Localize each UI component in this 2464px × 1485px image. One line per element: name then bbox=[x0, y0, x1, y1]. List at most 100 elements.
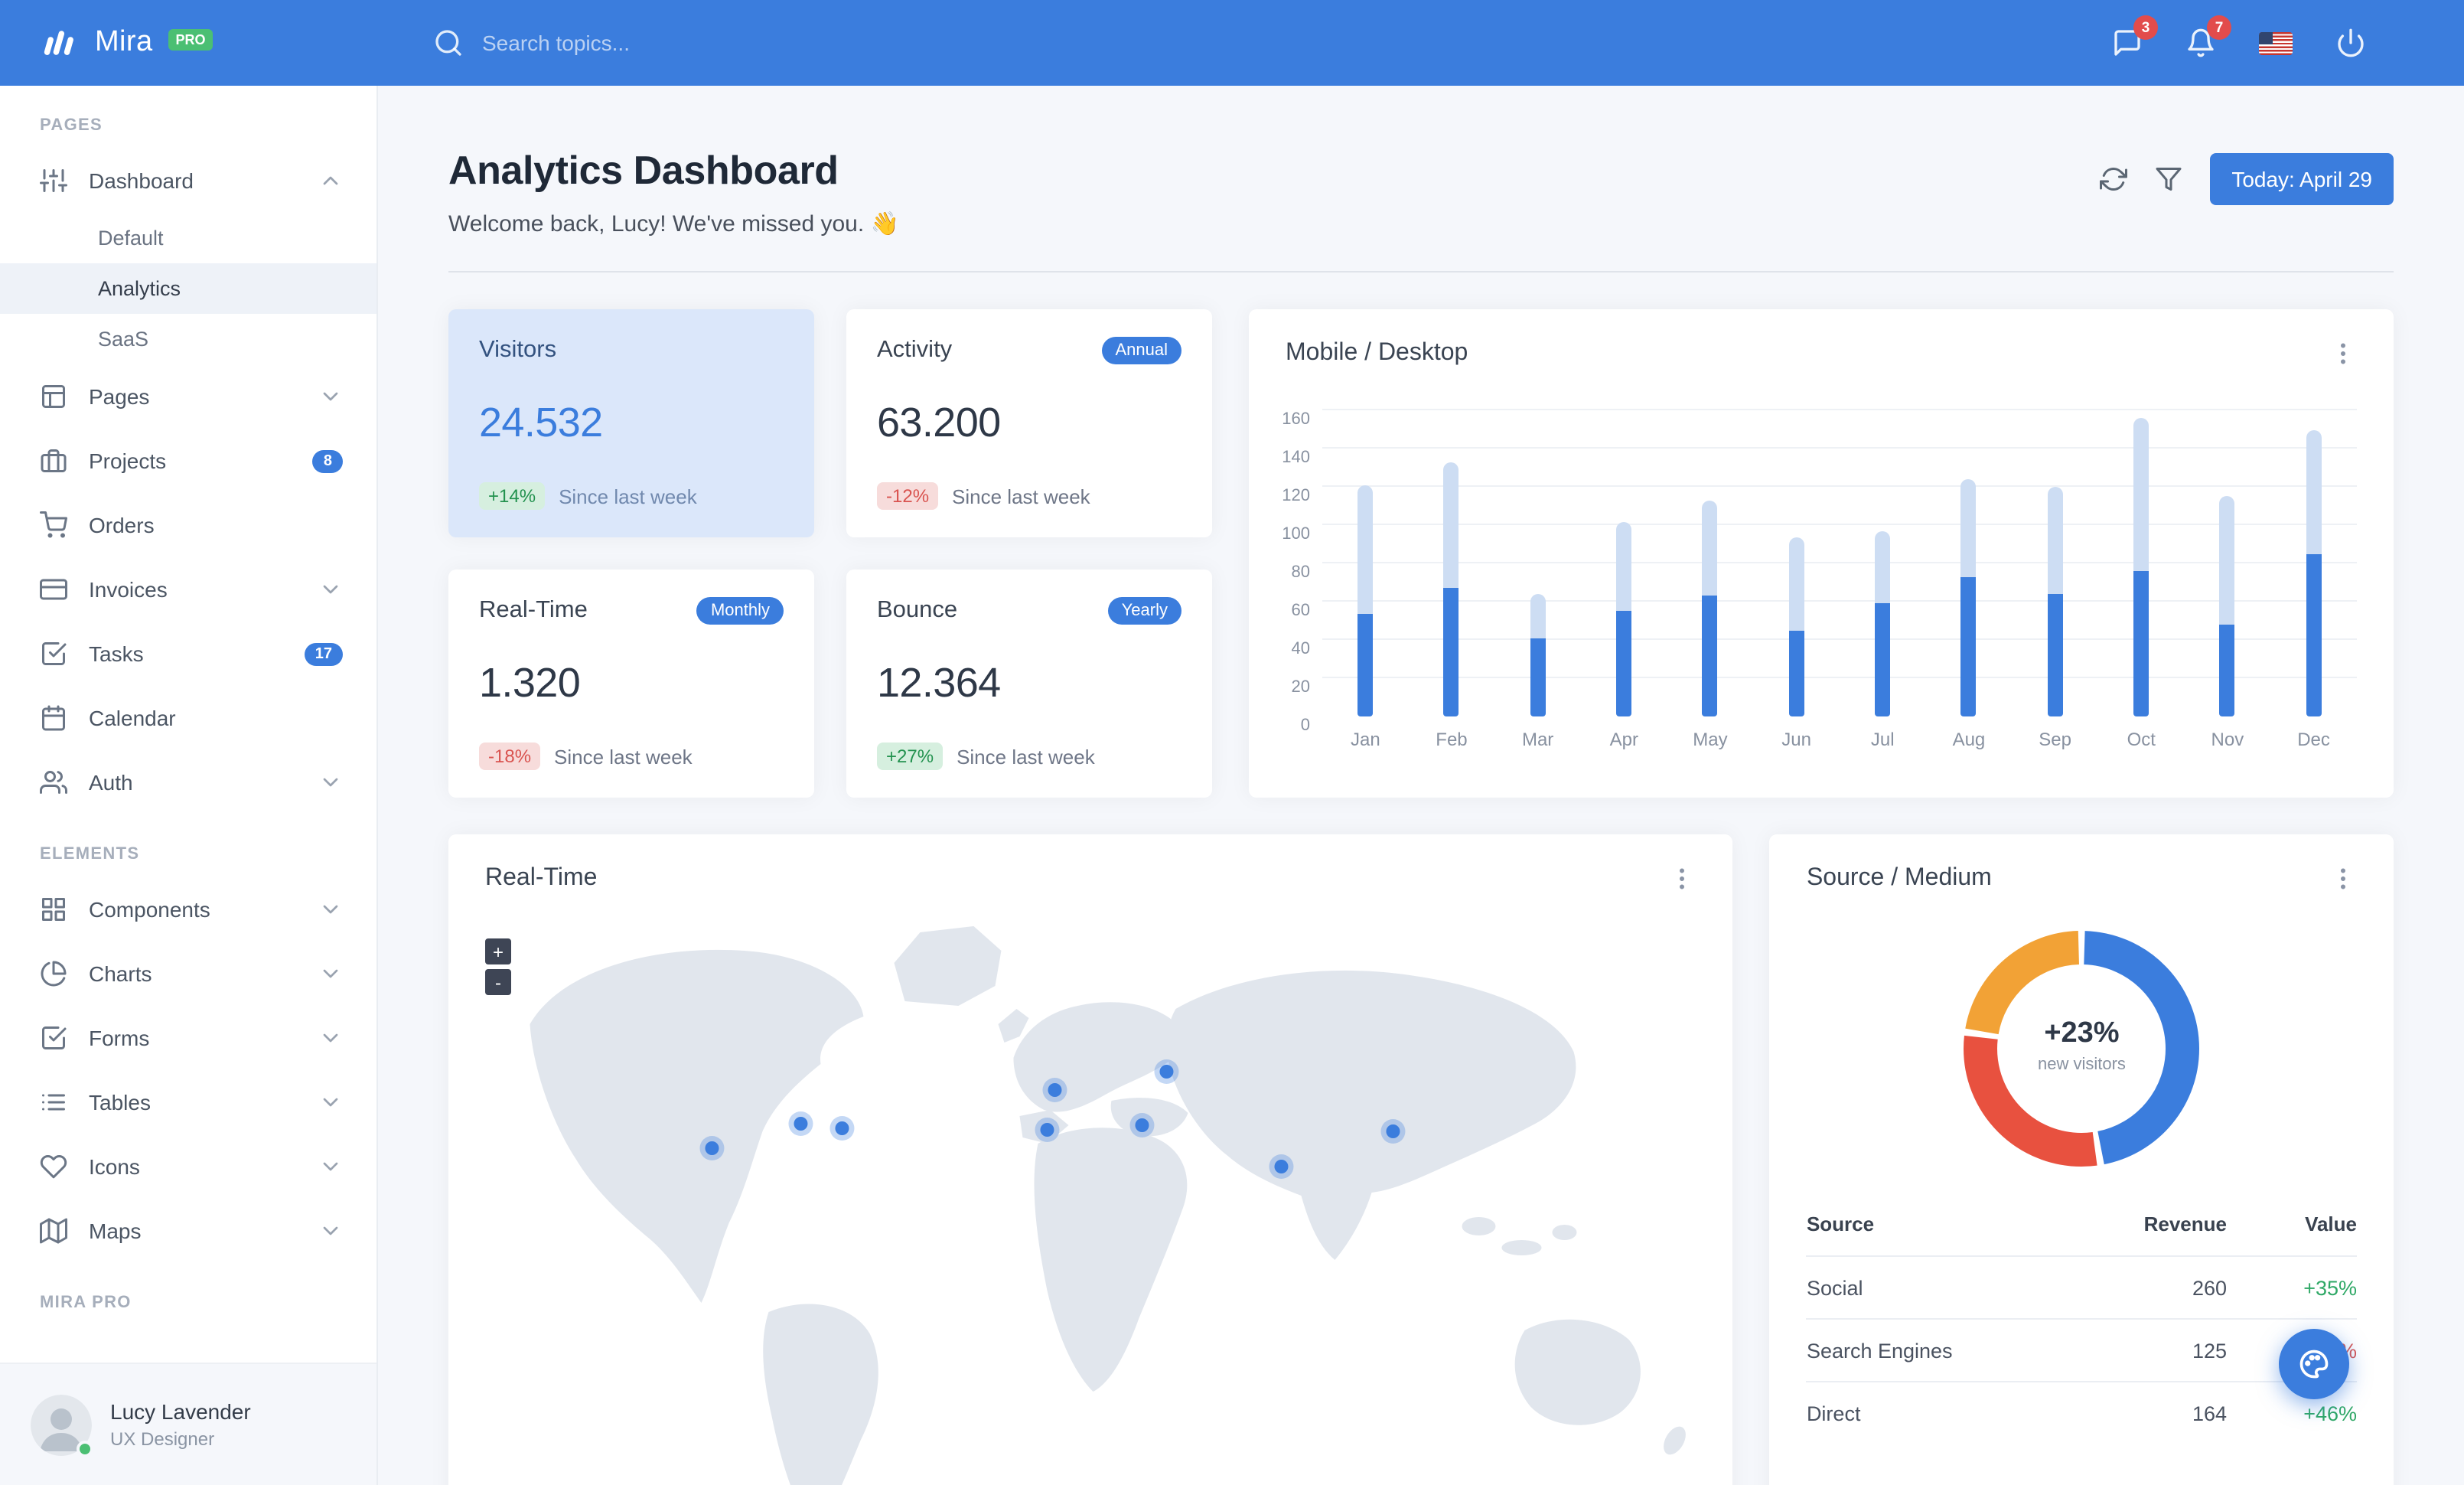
sidebar-item-orders[interactable]: Orders bbox=[0, 493, 376, 557]
bar-chart-plot: Jan Feb Mar Apr May Jun Jul Aug Sep Oct Nov Dec bbox=[1322, 401, 2357, 769]
sidebar-item-tables[interactable]: Tables bbox=[0, 1070, 376, 1134]
sidebar-item-maps[interactable]: Maps bbox=[0, 1199, 376, 1263]
us-flag-icon bbox=[2259, 31, 2293, 54]
stat-card-title: Bounce bbox=[877, 597, 958, 623]
source-cell: Social bbox=[1806, 1276, 1863, 1299]
x-tick-label: Mar bbox=[1521, 729, 1554, 750]
chevron-up-icon bbox=[323, 176, 338, 185]
bar-chart-y-axis: 0 20 40 60 80 100 120 140 160 bbox=[1273, 410, 1322, 735]
header-divider bbox=[448, 271, 2394, 273]
more-vertical-icon-wrap bbox=[1669, 865, 1696, 893]
date-range-button[interactable]: Today: April 29 bbox=[2210, 153, 2394, 205]
stat-period-badge: Yearly bbox=[1107, 597, 1181, 625]
stat-card-title: Real-Time bbox=[479, 597, 588, 623]
stat-change-badge: -18% bbox=[479, 742, 541, 770]
sidebar-item-auth[interactable]: Auth bbox=[0, 750, 376, 814]
sidebar-item-label: Tasks bbox=[89, 641, 144, 666]
bar-stack bbox=[1875, 530, 1891, 716]
users-icon bbox=[40, 771, 67, 794]
donut-percentage: +23% bbox=[2044, 1017, 2120, 1049]
stat-card-footer: +14% Since last week bbox=[479, 482, 784, 510]
theme-settings-fab[interactable] bbox=[2279, 1329, 2349, 1399]
map-zoom-out-button[interactable]: - bbox=[485, 969, 511, 995]
bar-segment-mobile bbox=[1875, 603, 1891, 716]
stat-card-visitors[interactable]: Visitors 24.532 +14% Since last week bbox=[448, 309, 814, 537]
sidebar-item-invoices[interactable]: Invoices bbox=[0, 557, 376, 622]
sidebar-item-pages[interactable]: Pages bbox=[0, 364, 376, 429]
stat-change-badge: +14% bbox=[479, 482, 546, 510]
sidebar-item-tasks[interactable]: Tasks 17 bbox=[0, 622, 376, 686]
bar-segment-mobile bbox=[2047, 594, 2063, 716]
sidebar-item-forms[interactable]: Forms bbox=[0, 1006, 376, 1070]
chevron-down-icon-wrap bbox=[318, 1026, 343, 1050]
chevron-down-icon-wrap bbox=[318, 961, 343, 986]
bar-column-oct bbox=[2098, 410, 2185, 716]
map-continents bbox=[530, 926, 1686, 1485]
stat-card-real-time[interactable]: Real-Time Monthly 1.320 -18% Since last week bbox=[448, 570, 814, 798]
sidebar-item-label: Dashboard bbox=[89, 168, 194, 193]
sidebar-item-dashboard[interactable]: Dashboard bbox=[0, 148, 376, 213]
sidebar-item-charts[interactable]: Charts bbox=[0, 942, 376, 1006]
realtime-title: Real-Time bbox=[485, 865, 598, 891]
brand[interactable]: Mira PRO bbox=[0, 23, 378, 63]
more-vertical-icon-wrap bbox=[2329, 865, 2357, 893]
sign-out-button[interactable] bbox=[2335, 28, 2366, 58]
page-title: Analytics Dashboard bbox=[448, 147, 839, 193]
y-tick-label: 100 bbox=[1282, 525, 1310, 543]
sidebar-item-icons[interactable]: Icons bbox=[0, 1134, 376, 1199]
pie-chart-icon bbox=[41, 961, 67, 987]
x-tick-label: Jun bbox=[1781, 729, 1811, 750]
sidebar-item-projects[interactable]: Projects 8 bbox=[0, 429, 376, 493]
table-row-social: Social 260 +35% bbox=[1806, 1255, 2357, 1318]
filter-icon-wrap bbox=[2155, 165, 2182, 193]
bar-chart: 0 20 40 60 80 100 120 140 160 Jan Feb Mar Apr May Jun… bbox=[1249, 383, 2394, 793]
stat-card-bounce[interactable]: Bounce Yearly 12.364 +27% Since last week bbox=[846, 570, 1212, 798]
source-medium-menu-button[interactable] bbox=[2329, 865, 2357, 893]
page-subtitle: Welcome back, Lucy! We've missed you. 👋 bbox=[448, 211, 899, 237]
realtime-map-card: Real-Time + - bbox=[448, 834, 1733, 1485]
source-medium-title: Source / Medium bbox=[1806, 865, 1992, 891]
sidebar-item-icon bbox=[40, 167, 67, 194]
bar-stack bbox=[1530, 594, 1546, 716]
header-actions: Today: April 29 bbox=[2100, 153, 2394, 205]
bar-stack bbox=[2047, 487, 2063, 716]
messages-button[interactable]: 3 bbox=[2112, 15, 2158, 58]
page-titles: Analytics Dashboard Welcome back, Lucy! … bbox=[448, 147, 899, 237]
header-value: Value bbox=[2305, 1212, 2357, 1235]
notifications-button[interactable]: 7 bbox=[2185, 15, 2231, 58]
sidebar-subitem-saas[interactable]: SaaS bbox=[0, 314, 376, 364]
sidebar-item-components[interactable]: Components bbox=[0, 877, 376, 942]
sidebar-user-profile[interactable]: Lucy Lavender UX Designer bbox=[0, 1363, 376, 1485]
bar-segment-desktop bbox=[1702, 500, 1718, 596]
realtime-menu-button[interactable] bbox=[1669, 865, 1696, 893]
sidebar-item-icon bbox=[40, 1088, 67, 1116]
bar-segment-mobile bbox=[2133, 571, 2149, 716]
sidebar-item-calendar[interactable]: Calendar bbox=[0, 686, 376, 750]
heart-icon bbox=[40, 1155, 67, 1179]
credit-card-icon bbox=[40, 579, 67, 600]
stat-period-badge: Annual bbox=[1101, 337, 1181, 364]
map-zoom-in-button[interactable]: + bbox=[485, 938, 511, 964]
sidebar-item-icon bbox=[40, 576, 67, 603]
search-input[interactable] bbox=[482, 31, 834, 55]
stat-card-activity[interactable]: Activity Annual 63.200 -12% Since last week bbox=[846, 309, 1212, 537]
mira-logo-icon bbox=[44, 31, 73, 55]
revenue-cell: 125 bbox=[2192, 1339, 2227, 1362]
refresh-button[interactable] bbox=[2100, 165, 2128, 193]
sidebar-subitem-analytics[interactable]: Analytics bbox=[0, 263, 376, 314]
page-header: Analytics Dashboard Welcome back, Lucy! … bbox=[448, 147, 2394, 237]
source-cell: Search Engines bbox=[1806, 1339, 1953, 1362]
bar-segment-desktop bbox=[1616, 521, 1632, 612]
language-button[interactable] bbox=[2259, 31, 2293, 54]
bar-column-jul bbox=[1840, 410, 1926, 716]
y-tick-label: 20 bbox=[1291, 678, 1311, 697]
calendar-icon bbox=[42, 705, 65, 731]
realtime-card-header: Real-Time bbox=[448, 834, 1733, 908]
sidebar-subitem-default[interactable]: Default bbox=[0, 213, 376, 263]
mobile-desktop-menu-button[interactable] bbox=[2329, 340, 2357, 367]
bar-column-apr bbox=[1581, 410, 1667, 716]
bar-segment-desktop bbox=[2133, 418, 2149, 571]
filter-button[interactable] bbox=[2155, 165, 2182, 193]
sidebar-item-label: Invoices bbox=[89, 577, 168, 602]
power-icon-wrap bbox=[2335, 28, 2366, 58]
